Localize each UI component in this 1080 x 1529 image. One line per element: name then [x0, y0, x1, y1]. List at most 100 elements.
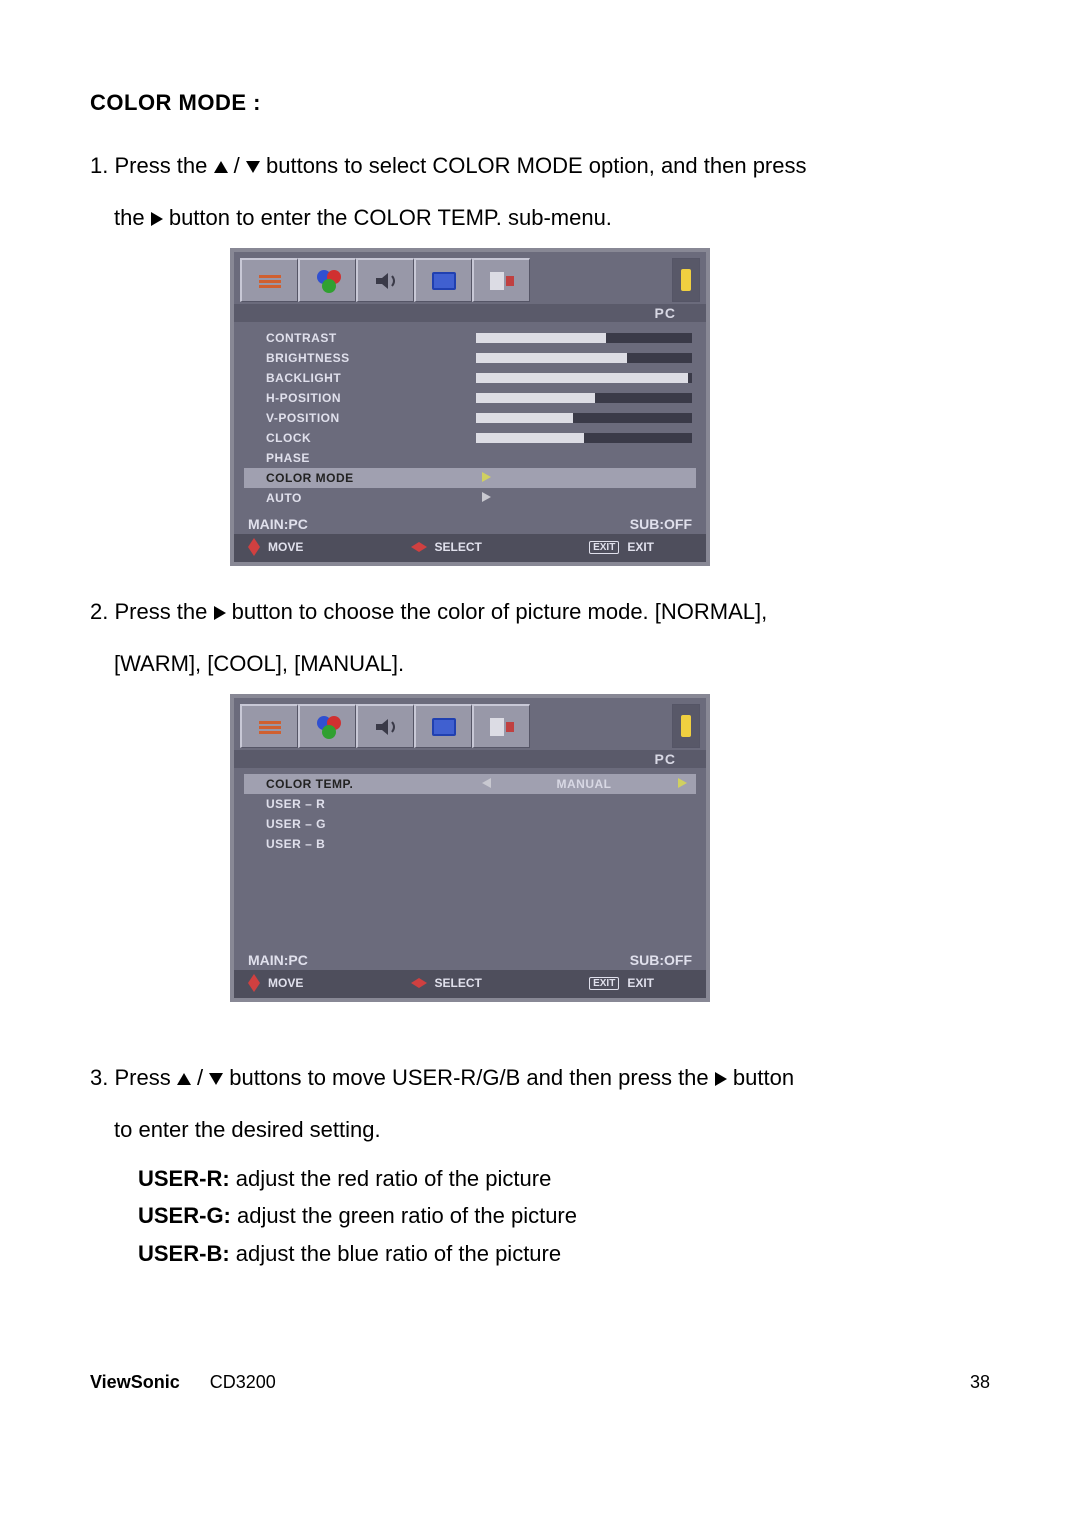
section-title: COLOR MODE :: [90, 90, 990, 116]
osd-item-label: COLOR TEMP.: [248, 777, 476, 791]
t: 3. Press: [90, 1065, 177, 1090]
nav-move-label: MOVE: [268, 976, 303, 990]
osd-status-bar: MAIN:PC SUB:OFF: [234, 948, 706, 970]
t: 1. Press the: [90, 153, 214, 178]
osd-title-bar: PC: [234, 750, 706, 768]
slider-track[interactable]: [476, 353, 692, 363]
tab-indicator-icon: [672, 258, 700, 302]
t: buttons to select COLOR MODE option, and…: [266, 153, 807, 178]
osd-tab-bar: [234, 698, 706, 750]
step3-line1: 3. Press / buttons to move USER-R/G/B an…: [90, 1056, 990, 1100]
footer-model: CD3200: [210, 1372, 276, 1393]
nav-exit-label: EXIT: [627, 540, 654, 554]
nav-select-label: SELECT: [435, 540, 482, 554]
osd-title: PC: [655, 305, 676, 321]
tab-setup-icon[interactable]: [472, 704, 530, 748]
tab-color-icon[interactable]: [298, 704, 356, 748]
osd-menu-item[interactable]: H-POSITION: [248, 388, 692, 408]
osd-item-label: COLOR MODE: [248, 471, 476, 485]
slider-track[interactable]: [476, 393, 692, 403]
osd-item-label: USER – R: [248, 797, 476, 811]
tab-audio-icon[interactable]: [356, 704, 414, 748]
osd-item-label: CONTRAST: [248, 331, 476, 345]
osd-item-label: CLOCK: [248, 431, 476, 445]
osd-menu-item[interactable]: PHASE: [248, 448, 692, 468]
right-arrow-icon: [715, 1072, 727, 1086]
t: buttons to move USER-R/G/B and then pres…: [229, 1065, 714, 1090]
tab-color-icon[interactable]: [298, 258, 356, 302]
slider-track[interactable]: [476, 333, 692, 343]
osd-menu-item[interactable]: COLOR TEMP.MANUAL: [244, 774, 696, 794]
osd-menu-item[interactable]: BRIGHTNESS: [248, 348, 692, 368]
t: button: [733, 1065, 794, 1090]
t: button to enter the COLOR TEMP. sub-menu…: [169, 205, 612, 230]
osd-item-label: BACKLIGHT: [248, 371, 476, 385]
osd-menu-item[interactable]: AUTO: [248, 488, 692, 508]
step1-line1: 1. Press the / buttons to select COLOR M…: [90, 144, 990, 188]
osd-item-label: USER – G: [248, 817, 476, 831]
submenu-arrow-icon: [476, 491, 496, 505]
step2-line2: [WARM], [COOL], [MANUAL].: [114, 642, 990, 686]
osd-title-bar: PC: [234, 304, 706, 322]
t: button to choose the color of picture mo…: [232, 599, 768, 624]
osd-title: PC: [655, 751, 676, 767]
def-user-g: USER-G: adjust the green ratio of the pi…: [138, 1197, 990, 1234]
t: the: [114, 205, 151, 230]
tab-audio-icon[interactable]: [356, 258, 414, 302]
osd-menu-item[interactable]: USER – B: [248, 834, 692, 854]
osd-menu-item[interactable]: USER – R: [248, 794, 692, 814]
tab-setup-icon[interactable]: [472, 258, 530, 302]
footer-brand: ViewSonic: [90, 1372, 180, 1393]
left-arrow-icon[interactable]: [476, 777, 496, 791]
status-main: MAIN:PC: [248, 516, 308, 532]
osd-menu-item[interactable]: CLOCK: [248, 428, 692, 448]
tab-indicator-icon: [672, 704, 700, 748]
osd-status-bar: MAIN:PC SUB:OFF: [234, 512, 706, 534]
down-arrow-icon: [246, 161, 260, 173]
osd-item-label: BRIGHTNESS: [248, 351, 476, 365]
osd-menu-item[interactable]: COLOR MODE: [244, 468, 696, 488]
right-arrow-icon: [151, 212, 163, 226]
slider-track[interactable]: [476, 373, 692, 383]
slider-track[interactable]: [476, 433, 692, 443]
exit-icon: EXIT: [589, 977, 619, 990]
osd-menu-1: PC CONTRAST BRIGHTNESS BACKLIGHT H-POSITION…: [230, 248, 710, 566]
t: /: [197, 1065, 209, 1090]
select-icon: [411, 978, 427, 988]
down-arrow-icon: [209, 1073, 223, 1085]
nav-exit-label: EXIT: [627, 976, 654, 990]
osd-menu-item[interactable]: USER – G: [248, 814, 692, 834]
submenu-arrow-icon: [476, 471, 496, 485]
slider-track[interactable]: [476, 413, 692, 423]
footer-page-number: 38: [970, 1372, 990, 1393]
step2-line1: 2. Press the button to choose the color …: [90, 590, 990, 634]
def-user-r: USER-R: adjust the red ratio of the pict…: [138, 1160, 990, 1197]
page-footer: ViewSonic CD3200 38: [0, 1372, 1080, 1393]
up-arrow-icon: [177, 1073, 191, 1085]
status-sub: SUB:OFF: [630, 516, 692, 532]
osd-menu-item[interactable]: V-POSITION: [248, 408, 692, 428]
nav-select-label: SELECT: [435, 976, 482, 990]
osd-menu-2: PC COLOR TEMP.MANUAL USER – R USER – G USER…: [230, 694, 710, 1002]
osd-menu-item[interactable]: CONTRAST: [248, 328, 692, 348]
tab-picture-icon[interactable]: [240, 704, 298, 748]
osd-item-label: PHASE: [248, 451, 476, 465]
select-icon: [411, 542, 427, 552]
osd-menu-item[interactable]: BACKLIGHT: [248, 368, 692, 388]
nav-move-label: MOVE: [268, 540, 303, 554]
right-arrow-icon: [214, 606, 226, 620]
osd-tab-bar: [234, 252, 706, 304]
right-arrow-icon[interactable]: [672, 777, 692, 791]
t: 2. Press the: [90, 599, 214, 624]
t: /: [234, 153, 246, 178]
up-arrow-icon: [214, 161, 228, 173]
move-icon: [248, 538, 260, 556]
tab-picture-icon[interactable]: [240, 258, 298, 302]
exit-icon: EXIT: [589, 541, 619, 554]
status-main: MAIN:PC: [248, 952, 308, 968]
tab-pip-icon[interactable]: [414, 704, 472, 748]
tab-pip-icon[interactable]: [414, 258, 472, 302]
osd-nav-bar: MOVE SELECT EXIT EXIT: [234, 970, 706, 998]
osd-item-label: H-POSITION: [248, 391, 476, 405]
status-sub: SUB:OFF: [630, 952, 692, 968]
